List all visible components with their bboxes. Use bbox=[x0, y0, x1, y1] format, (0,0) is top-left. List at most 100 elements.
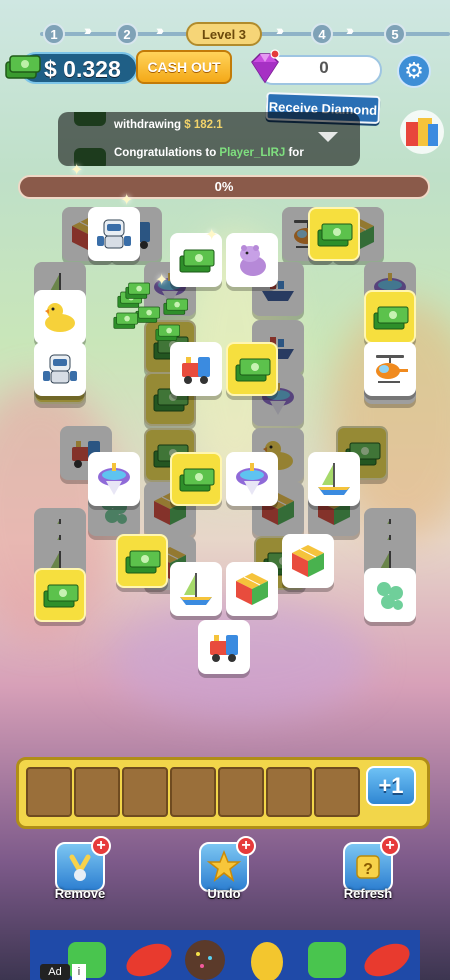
robot-icon bbox=[97, 219, 131, 249]
tile-boat[interactable] bbox=[170, 562, 222, 616]
tile-top[interactable] bbox=[88, 452, 140, 506]
cube-icon bbox=[292, 545, 324, 577]
ad-badge: Ad bbox=[40, 964, 70, 980]
level-step-4: 4 bbox=[311, 23, 333, 45]
level-step-1: 1 bbox=[43, 23, 65, 45]
tile-money[interactable] bbox=[226, 342, 278, 396]
cash-out-button[interactable]: CASH OUT bbox=[136, 50, 232, 84]
sailboat-icon bbox=[318, 463, 350, 495]
remove-label: Remove bbox=[54, 886, 106, 901]
ticker-player: Player_LIRJ bbox=[219, 147, 286, 159]
svg-text:?: ? bbox=[363, 861, 373, 878]
tile-cube[interactable] bbox=[282, 534, 334, 588]
chevron-right-icon: ››› bbox=[346, 22, 354, 38]
level-progress-bar: 1 ››› 2 ››› Level 3 ››› 4 ››› 5 bbox=[0, 18, 450, 50]
avatar bbox=[74, 112, 106, 126]
add-slot-button[interactable]: +1 bbox=[366, 766, 416, 806]
tile-money[interactable] bbox=[364, 290, 416, 344]
refresh-label: Refresh bbox=[343, 886, 393, 901]
ticker-line-2: Congratulations to Player_LIRJ for bbox=[114, 146, 304, 160]
diamond-icon bbox=[251, 49, 280, 84]
tile-train[interactable] bbox=[170, 342, 222, 396]
gear-icon: ⚙ bbox=[404, 58, 424, 83]
tile-duck[interactable] bbox=[34, 290, 86, 344]
green-candy-icon bbox=[308, 942, 346, 978]
cube-icon bbox=[236, 573, 268, 605]
book-icon[interactable] bbox=[398, 108, 446, 156]
current-level-pill: Level 3 bbox=[186, 22, 262, 46]
tray-slot bbox=[218, 767, 264, 817]
tile-dog[interactable] bbox=[364, 568, 416, 622]
money-stack-icon bbox=[179, 249, 215, 273]
winners-ticker: withdrawing $ 182.1 Congratulations to P… bbox=[58, 112, 360, 166]
money-stack-icon bbox=[373, 306, 409, 330]
progress-label: 0% bbox=[214, 179, 234, 194]
sparkle-icon: ✦ bbox=[155, 272, 169, 289]
tile-robot[interactable] bbox=[88, 207, 140, 261]
level-step-2: 2 bbox=[116, 23, 138, 45]
sparkle-icon: ✦ bbox=[70, 162, 84, 179]
plus-icon: + bbox=[380, 836, 400, 856]
money-stack-icon bbox=[317, 223, 353, 247]
ad-info-button[interactable]: i bbox=[72, 964, 86, 980]
balance-value: $ 0.328 bbox=[44, 56, 121, 82]
tile-money[interactable] bbox=[116, 534, 168, 588]
tile-heli[interactable] bbox=[364, 342, 416, 396]
sailboat-icon bbox=[180, 573, 212, 605]
ticker-amount: $ 182.1 bbox=[184, 119, 223, 131]
tile-train[interactable] bbox=[198, 620, 250, 674]
money-stack-icon bbox=[179, 468, 215, 492]
settings-button[interactable]: ⚙ bbox=[397, 54, 431, 88]
duck-icon bbox=[45, 303, 75, 332]
question-cube-icon: ? bbox=[356, 855, 380, 879]
money-stack-icon bbox=[43, 584, 79, 608]
chevron-down-icon bbox=[318, 132, 338, 142]
chevron-right-icon: ››› bbox=[156, 22, 164, 38]
flying-money-icon bbox=[108, 306, 142, 334]
top-icon bbox=[236, 463, 268, 495]
magnet-claw-icon bbox=[69, 854, 91, 881]
tile-money[interactable] bbox=[170, 452, 222, 506]
flying-money-icon bbox=[158, 292, 192, 320]
red-candy-icon bbox=[126, 943, 172, 977]
robot-icon bbox=[43, 354, 77, 384]
tile-cube[interactable] bbox=[226, 562, 278, 616]
tile-money[interactable] bbox=[308, 207, 360, 261]
tray-slot bbox=[122, 767, 168, 817]
tile-money[interactable] bbox=[34, 568, 86, 622]
chevron-right-icon: ››› bbox=[276, 22, 284, 38]
sparkle-icon: ✦ bbox=[120, 192, 134, 209]
chevron-right-icon: ››› bbox=[84, 22, 92, 38]
tray-slot bbox=[266, 767, 312, 817]
train-icon bbox=[182, 357, 210, 384]
undo-label: Undo bbox=[207, 886, 241, 901]
red-candy-icon bbox=[364, 943, 410, 977]
tile-top[interactable] bbox=[226, 452, 278, 506]
money-stack-icon bbox=[125, 550, 161, 574]
helicopter-icon bbox=[376, 355, 408, 383]
tile-boat[interactable] bbox=[308, 452, 360, 506]
ticker-text: withdrawing bbox=[114, 119, 185, 131]
tile-robot[interactable] bbox=[34, 342, 86, 396]
yellow-candy-icon bbox=[251, 942, 283, 980]
money-stack-icon bbox=[235, 358, 271, 382]
top-icon bbox=[98, 463, 130, 495]
plus-icon: + bbox=[236, 836, 256, 856]
tile-hippo[interactable] bbox=[226, 233, 278, 287]
sparkle-icon: ✦ bbox=[205, 227, 219, 244]
sprinkle-ball-icon bbox=[185, 940, 225, 980]
star-undo-icon bbox=[206, 849, 242, 882]
balloon-dog-icon bbox=[377, 582, 403, 610]
ticker-line-1: withdrawing $ 182.1 bbox=[114, 118, 223, 132]
tray-slot bbox=[170, 767, 216, 817]
flying-money-icon bbox=[150, 318, 184, 346]
money-stack-icon bbox=[5, 55, 41, 79]
flying-money-icon bbox=[120, 276, 154, 304]
train-icon bbox=[210, 635, 238, 662]
ticker-text: Congratulations to bbox=[114, 147, 220, 159]
tray-slot bbox=[74, 767, 120, 817]
plus-icon: + bbox=[91, 836, 111, 856]
ad-banner[interactable] bbox=[30, 930, 420, 980]
hippo-icon bbox=[240, 245, 266, 276]
ticker-text: for bbox=[285, 147, 304, 159]
